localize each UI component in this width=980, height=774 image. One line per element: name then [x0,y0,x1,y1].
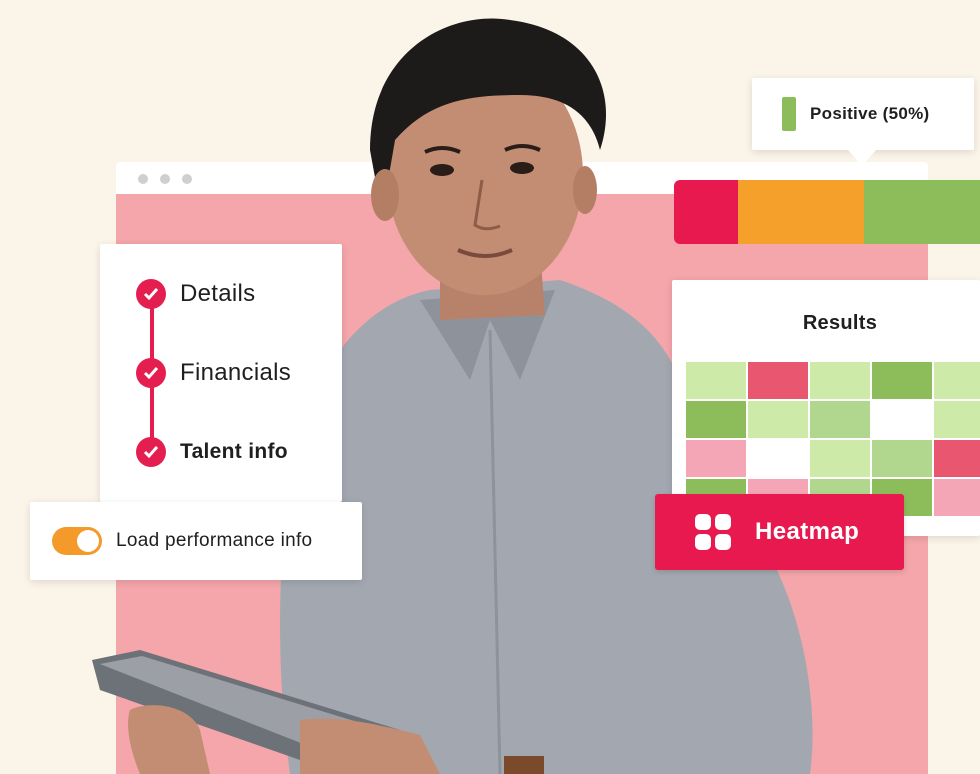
heatmap-cell[interactable] [934,479,980,516]
heatmap-cell[interactable] [686,401,746,438]
sentiment-tooltip: Positive (50%) [752,78,974,150]
toggle-label: Load performance info [116,530,313,551]
step-details[interactable]: Details [136,278,255,310]
sentiment-bar[interactable] [674,180,980,244]
heatmap-cell[interactable] [872,401,932,438]
performance-toggle-switch[interactable] [52,527,102,555]
results-title: Results [802,312,878,334]
heatmap-cell[interactable] [934,362,980,399]
sentiment-segment[interactable] [738,180,864,244]
progress-steps-card: Details Financials Talent info [100,244,342,502]
heatmap-grid [686,362,980,516]
tooltip-label: Positive (50%) [810,104,930,123]
tooltip-arrow [848,150,876,166]
heatmap-button[interactable]: Heatmap [655,494,904,570]
grid-icon [695,514,731,550]
step-label: Talent info [180,440,288,463]
heatmap-cell[interactable] [748,362,808,399]
heatmap-cell[interactable] [686,362,746,399]
heatmap-cell[interactable] [872,440,932,477]
step-talent-info[interactable]: Talent info [136,436,288,468]
load-performance-toggle-card: Load performance info [30,502,362,580]
heatmap-cell[interactable] [810,362,870,399]
heatmap-cell[interactable] [686,440,746,477]
step-label: Financials [180,359,292,386]
step-financials[interactable]: Financials [136,357,291,389]
step-label: Details [180,280,256,307]
check-circle-icon [136,358,166,388]
heatmap-cell[interactable] [748,440,808,477]
toggle-knob [77,530,99,552]
heatmap-cell[interactable] [748,401,808,438]
heatmap-cell[interactable] [872,362,932,399]
heatmap-cell[interactable] [810,401,870,438]
check-circle-icon [136,279,166,309]
sentiment-segment[interactable] [674,180,739,244]
heatmap-cell[interactable] [810,440,870,477]
check-circle-icon [136,437,166,467]
heatmap-button-label: Heatmap [755,518,860,545]
heatmap-cell[interactable] [934,401,980,438]
heatmap-cell[interactable] [934,440,980,477]
positive-swatch [782,97,796,131]
sentiment-segment[interactable] [863,180,980,244]
